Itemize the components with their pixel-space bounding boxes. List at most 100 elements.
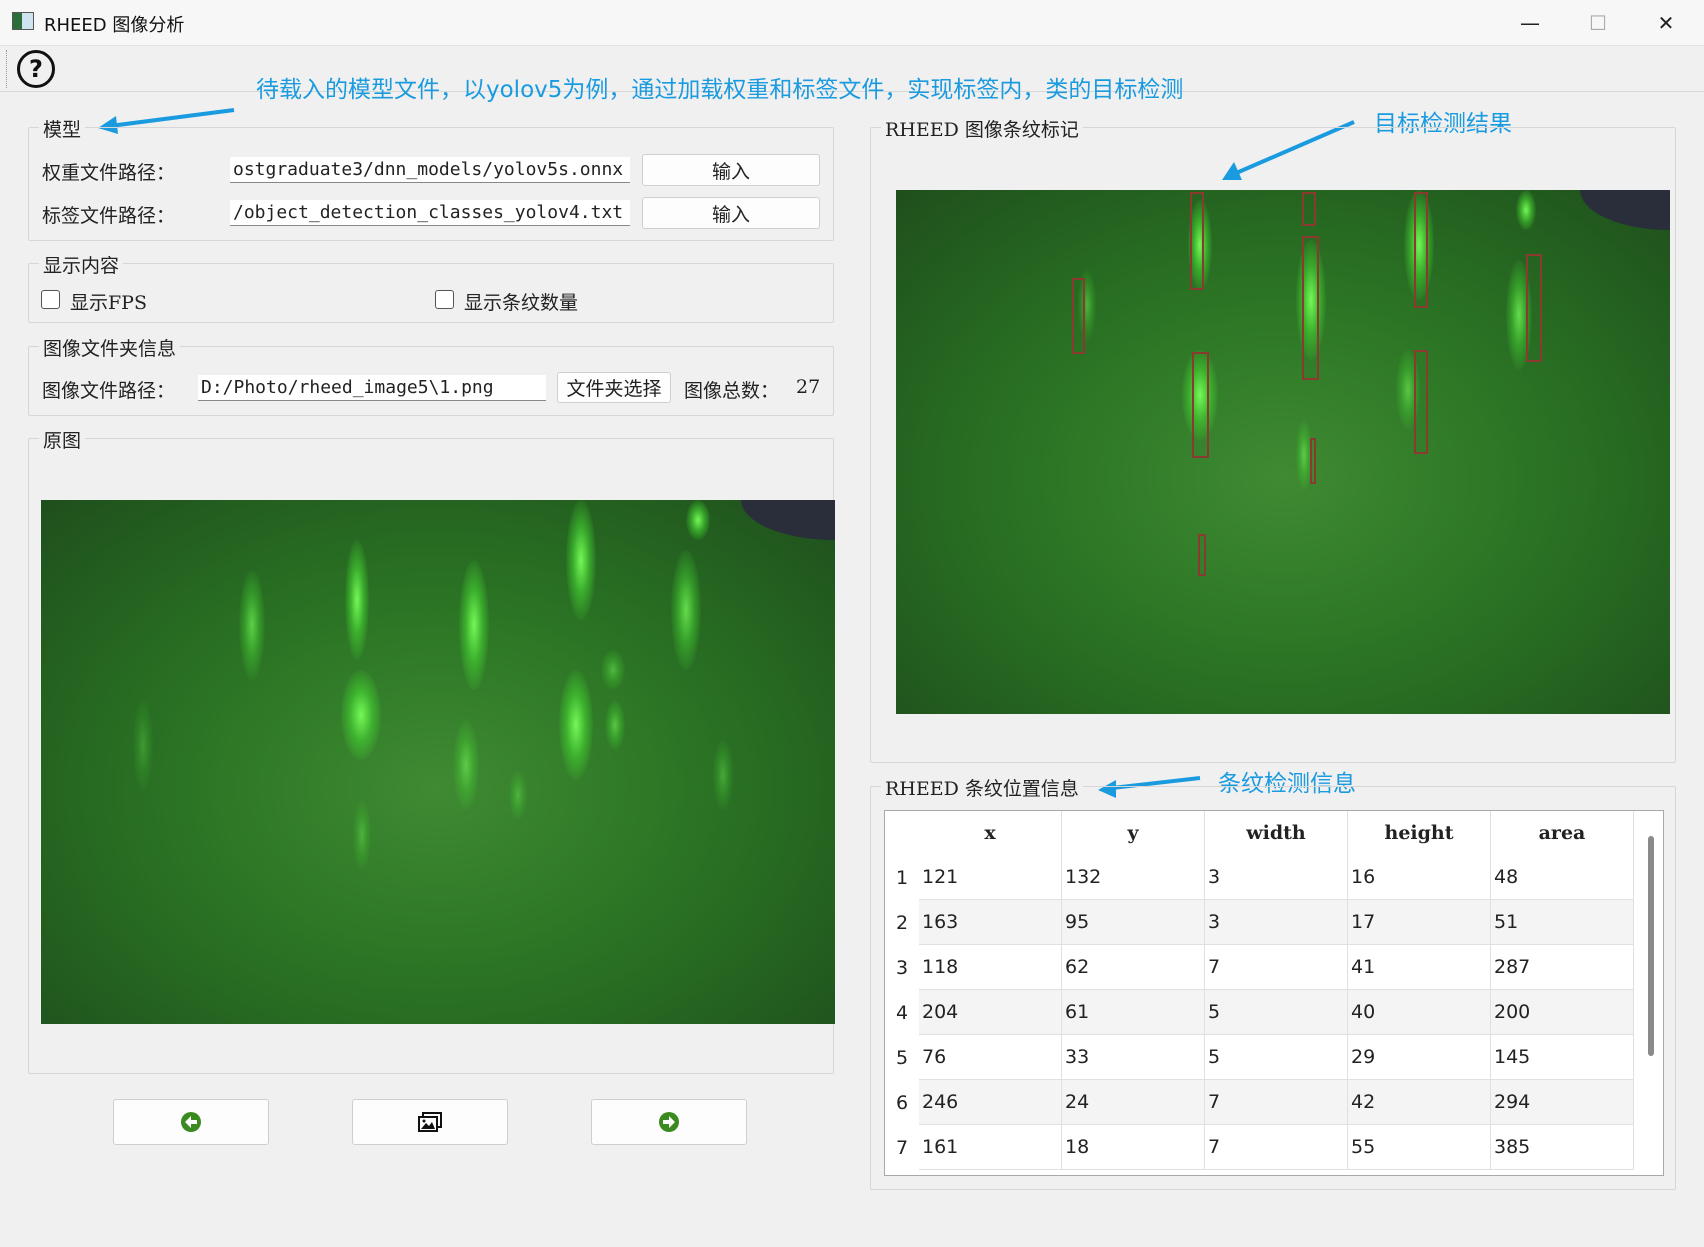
table-cell-width[interactable]: 5	[1205, 1035, 1348, 1080]
table-cell-x[interactable]: 246	[919, 1080, 1062, 1125]
table-cell-area[interactable]: 145	[1491, 1035, 1634, 1080]
stripe-table[interactable]: x y width height area 1 121 132 3 16 48 2 163 95…	[884, 810, 1664, 1176]
column-header-width[interactable]: width	[1205, 811, 1348, 855]
show-count-label: 显示条纹数量	[464, 292, 579, 314]
table-cell-area[interactable]: 200	[1491, 990, 1634, 1035]
image-path-label: 图像文件路径：	[42, 380, 176, 402]
table-cell-height[interactable]: 42	[1348, 1080, 1491, 1125]
table-cell-height[interactable]: 16	[1348, 855, 1491, 900]
maximize-button[interactable]: ☐	[1564, 0, 1632, 46]
weight-input-button[interactable]: 输入	[642, 154, 820, 186]
folder-group-title: 图像文件夹信息	[39, 334, 181, 361]
table-cell-y[interactable]: 33	[1062, 1035, 1205, 1080]
column-header-y[interactable]: y	[1062, 811, 1205, 855]
table-cell-x[interactable]: 76	[919, 1035, 1062, 1080]
table-cell-x[interactable]: 163	[919, 900, 1062, 945]
column-header-x[interactable]: x	[919, 811, 1062, 855]
show-fps-checkbox[interactable]	[41, 290, 60, 309]
row-number: 2	[885, 900, 919, 945]
display-group-title: 显示内容	[39, 251, 124, 278]
table-cell-width[interactable]: 3	[1205, 855, 1348, 900]
weight-path-field[interactable]: ostgraduate3/dnn_models/yolov5s.onnx	[230, 157, 630, 183]
arrow-right-icon	[659, 1112, 679, 1132]
original-image	[41, 500, 835, 1024]
arrow-left-icon	[181, 1112, 201, 1132]
image-count-label: 图像总数：	[684, 380, 780, 402]
table-cell-height[interactable]: 17	[1348, 900, 1491, 945]
table-cell-height[interactable]: 29	[1348, 1035, 1491, 1080]
prev-image-button[interactable]	[113, 1099, 269, 1145]
table-cell-x[interactable]: 161	[919, 1125, 1062, 1170]
row-number: 4	[885, 990, 919, 1035]
row-number: 3	[885, 945, 919, 990]
table-cell-height[interactable]: 41	[1348, 945, 1491, 990]
column-header-height[interactable]: height	[1348, 811, 1491, 855]
info-group-title: RHEED 条纹位置信息	[881, 774, 1083, 801]
folder-select-button[interactable]: 文件夹选择	[557, 372, 671, 403]
minimize-button[interactable]: —	[1496, 0, 1564, 46]
table-cell-width[interactable]: 3	[1205, 900, 1348, 945]
model-group-title: 模型	[39, 115, 86, 142]
table-cell-x[interactable]: 118	[919, 945, 1062, 990]
table-cell-area[interactable]: 287	[1491, 945, 1634, 990]
table-cell-area[interactable]: 48	[1491, 855, 1634, 900]
table-cell-area[interactable]: 294	[1491, 1080, 1634, 1125]
table-cell-y[interactable]: 132	[1062, 855, 1205, 900]
detection-box	[1302, 236, 1319, 380]
table-row[interactable]: 3 118 62 7 41 287	[885, 945, 1663, 990]
detection-box	[1190, 192, 1204, 290]
close-button[interactable]: ✕	[1632, 0, 1700, 46]
image-path-field[interactable]: D:/Photo/rheed_image5\1.png	[198, 375, 546, 401]
table-row[interactable]: 4 204 61 5 40 200	[885, 990, 1663, 1035]
table-cell-x[interactable]: 204	[919, 990, 1062, 1035]
table-cell-y[interactable]: 95	[1062, 900, 1205, 945]
detection-box	[1198, 534, 1206, 576]
row-number: 5	[885, 1035, 919, 1080]
table-cell-width[interactable]: 7	[1205, 1080, 1348, 1125]
image-count-value: 27	[796, 376, 821, 398]
show-count-checkbox[interactable]	[435, 290, 454, 309]
detection-box	[1526, 254, 1542, 362]
table-cell-y[interactable]: 61	[1062, 990, 1205, 1035]
table-scrollbar[interactable]	[1648, 836, 1654, 1056]
table-cell-y[interactable]: 18	[1062, 1125, 1205, 1170]
table-row[interactable]: 7 161 18 7 55 385	[885, 1125, 1663, 1170]
table-cell-height[interactable]: 40	[1348, 990, 1491, 1035]
table-cell-y[interactable]: 24	[1062, 1080, 1205, 1125]
detection-box	[1310, 438, 1316, 484]
row-number: 6	[885, 1080, 919, 1125]
table-cell-width[interactable]: 5	[1205, 990, 1348, 1035]
images-icon	[418, 1112, 442, 1132]
detection-box	[1414, 350, 1428, 454]
toolbar-grip[interactable]	[6, 50, 9, 88]
table-cell-width[interactable]: 7	[1205, 1125, 1348, 1170]
table-cell-height[interactable]: 55	[1348, 1125, 1491, 1170]
show-fps-label: 显示FPS	[70, 292, 147, 314]
open-image-button[interactable]	[352, 1099, 508, 1145]
detection-box	[1414, 192, 1428, 308]
window-title: RHEED 图像分析	[44, 15, 185, 36]
annotation-model-note: 待载入的模型文件，以yolov5为例，通过加载权重和标签文件，实现标签内，类的目…	[256, 77, 1184, 103]
column-header-area[interactable]: area	[1491, 811, 1634, 855]
label-path-label: 标签文件路径：	[42, 205, 176, 227]
table-row[interactable]: 2 163 95 3 17 51	[885, 900, 1663, 945]
row-number: 7	[885, 1125, 919, 1170]
label-path-field[interactable]: /object_detection_classes_yolov4.txt	[230, 200, 630, 226]
detection-box	[1302, 192, 1316, 226]
table-row[interactable]: 1 121 132 3 16 48	[885, 855, 1663, 900]
row-number: 1	[885, 855, 919, 900]
marked-group-title: RHEED 图像条纹标记	[881, 115, 1083, 142]
table-cell-width[interactable]: 7	[1205, 945, 1348, 990]
table-row[interactable]: 6 246 24 7 42 294	[885, 1080, 1663, 1125]
help-icon[interactable]: ?	[17, 50, 55, 88]
detection-box	[1072, 278, 1085, 354]
table-cell-x[interactable]: 121	[919, 855, 1062, 900]
table-row[interactable]: 5 76 33 5 29 145	[885, 1035, 1663, 1080]
table-cell-y[interactable]: 62	[1062, 945, 1205, 990]
marked-image	[896, 190, 1670, 714]
table-cell-area[interactable]: 51	[1491, 900, 1634, 945]
next-image-button[interactable]	[591, 1099, 747, 1145]
label-input-button[interactable]: 输入	[642, 197, 820, 229]
detection-box	[1192, 352, 1209, 458]
table-cell-area[interactable]: 385	[1491, 1125, 1634, 1170]
